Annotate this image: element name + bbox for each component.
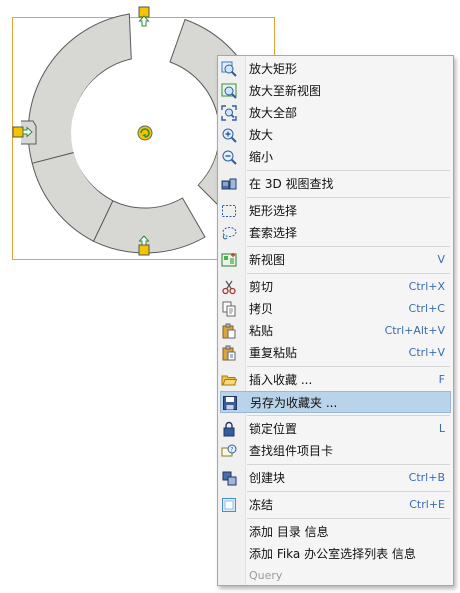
menu-item-paste[interactable]: 粘贴 Ctrl+Alt+V (218, 320, 453, 342)
menu-item-label: 放大全部 (249, 106, 298, 120)
menu-item-zoom-rectangle[interactable]: 放大矩形 (218, 58, 453, 80)
menu-item-shortcut: Ctrl+Alt+V (384, 324, 445, 337)
menu-item-zoom-in[interactable]: 放大 (218, 124, 453, 146)
menu-item-label: 拷贝 (249, 302, 274, 316)
rectangle-select-icon (221, 203, 237, 219)
zoom-all-icon (221, 105, 237, 121)
svg-text:?: ? (230, 447, 233, 454)
menu-item-scissors[interactable]: 剪切 Ctrl+X (218, 276, 453, 298)
menu-item-find-in-3d[interactable]: 在 3D 视图查找 (218, 173, 453, 195)
freeze-icon (221, 497, 237, 513)
menu-item-lasso-select[interactable]: 套索选择 (218, 222, 453, 244)
menu-item-repeat-paste[interactable]: 重复粘贴 Ctrl+V (218, 342, 453, 364)
menu-item-find-component-card[interactable]: ? 查找组件项目卡 (218, 440, 453, 462)
menu-item-shortcut: F (438, 373, 445, 386)
find-component-card-icon: ? (221, 443, 237, 459)
menu-item-label: 放大矩形 (249, 62, 298, 76)
repeat-paste-icon (221, 345, 237, 361)
menu-list: 放大矩形 放大至新视图 放大全部 放大 缩小在 3D 视图查找 矩形选择 套索选择 新视图 V 剪… (218, 58, 453, 587)
menu-item-shortcut: Ctrl+V (408, 346, 445, 359)
menu-item-entry-30: Query (218, 565, 453, 587)
menu-item-shortcut: V (437, 253, 445, 266)
menu-item-zoom-out[interactable]: 缩小 (218, 146, 453, 168)
menu-item-label: 添加 目录 信息 (249, 525, 329, 539)
menu-item-shortcut: Ctrl+X (408, 280, 445, 293)
menu-item-label: 查找组件项目卡 (249, 444, 334, 458)
menu-item-label: 重复粘贴 (249, 346, 298, 360)
menu-item-label: 缩小 (249, 150, 274, 164)
copy-icon (221, 301, 237, 317)
menu-item-entry-28[interactable]: 添加 目录 信息 (218, 521, 453, 543)
menu-item-zoom-new-view[interactable]: 放大至新视图 (218, 80, 453, 102)
folder-open-icon (221, 372, 238, 388)
menu-item-create-block[interactable]: 创建块 Ctrl+B (218, 467, 453, 489)
menu-item-label: 另存为收藏夹 ... (250, 396, 338, 410)
menu-item-shortcut: Ctrl+E (409, 498, 445, 511)
menu-item-label: 在 3D 视图查找 (249, 177, 334, 191)
context-menu: 放大矩形 放大至新视图 放大全部 放大 缩小在 3D 视图查找 矩形选择 套索选择 新视图 V 剪… (217, 55, 454, 586)
menu-item-label: 放大至新视图 (249, 84, 322, 98)
zoom-new-view-icon (221, 83, 237, 99)
top-grip-handle[interactable] (138, 6, 150, 27)
menu-item-new-view[interactable]: 新视图 V (218, 249, 453, 271)
paste-icon (221, 323, 237, 339)
menu-item-entry-29[interactable]: 添加 Fika 办公室选择列表 信息 (218, 543, 453, 565)
create-block-icon (221, 470, 237, 486)
menu-item-folder-open[interactable]: 插入收藏 ... F (218, 369, 453, 391)
menu-item-copy[interactable]: 拷贝 Ctrl+C (218, 298, 453, 320)
menu-item-freeze[interactable]: 冻结 Ctrl+E (218, 494, 453, 516)
zoom-in-icon (221, 127, 237, 143)
zoom-rectangle-icon (221, 61, 237, 77)
center-handle[interactable] (137, 125, 153, 141)
menu-item-rectangle-select[interactable]: 矩形选择 (218, 200, 453, 222)
menu-item-label: Query (249, 569, 283, 582)
lock-icon (221, 421, 237, 437)
menu-item-shortcut: Ctrl+C (408, 302, 445, 315)
menu-item-label: 锁定位置 (249, 422, 298, 436)
menu-item-label: 矩形选择 (249, 204, 298, 218)
menu-item-shortcut: Ctrl+B (408, 471, 445, 484)
menu-item-label: 创建块 (249, 471, 286, 485)
menu-item-lock[interactable]: 锁定位置 L (218, 418, 453, 440)
menu-item-save[interactable]: 另存为收藏夹 ... (220, 391, 451, 413)
menu-item-label: 添加 Fika 办公室选择列表 信息 (249, 547, 416, 561)
menu-item-label: 套索选择 (249, 226, 298, 240)
lasso-select-icon (221, 225, 237, 241)
zoom-out-icon (221, 149, 237, 165)
menu-item-zoom-all[interactable]: 放大全部 (218, 102, 453, 124)
menu-item-label: 放大 (249, 128, 274, 142)
save-icon (222, 395, 238, 411)
menu-item-label: 剪切 (249, 280, 274, 294)
scissors-icon (221, 279, 237, 295)
menu-item-label: 粘贴 (249, 324, 274, 338)
menu-item-label: 插入收藏 ... (249, 373, 313, 387)
menu-item-label: 冻结 (249, 498, 274, 512)
find-in-3d-icon (221, 176, 237, 192)
menu-item-label: 新视图 (249, 253, 286, 267)
menu-item-shortcut: L (438, 422, 445, 435)
new-view-icon (221, 252, 237, 268)
